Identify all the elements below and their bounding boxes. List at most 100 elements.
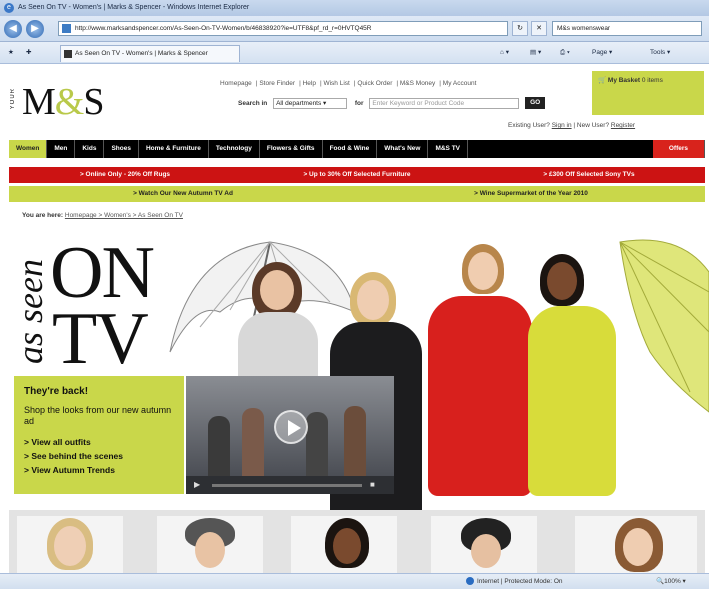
link-help[interactable]: Help	[303, 80, 316, 87]
video-progress-bar[interactable]	[212, 484, 362, 487]
link-autumn-trends[interactable]: > View Autumn Trends	[24, 463, 174, 477]
outfit-thumb-3[interactable]	[291, 516, 397, 573]
new-user-label: New User?	[576, 122, 610, 129]
tab-favicon-icon	[64, 50, 72, 58]
promo-wine[interactable]: > Wine Supermarket of the Year 2010	[357, 186, 705, 202]
outfit-thumbnails	[9, 510, 705, 573]
tab-toolbar: ★ ✚ As Seen On TV - Women's | Marks & Sp…	[0, 42, 709, 64]
print-icon[interactable]: ⎙ ▾	[560, 47, 570, 59]
url-text: http://www.marksandspencer.com/As-Seen-O…	[75, 25, 372, 32]
favorites-star-icon[interactable]: ★	[8, 47, 14, 59]
tab-title: As Seen On TV - Women's | Marks & Spence…	[75, 50, 208, 57]
logo-ms-text: M&S	[22, 80, 105, 124]
outfit-thumb-5[interactable]	[575, 516, 697, 573]
search-go-button[interactable]: GO	[525, 97, 546, 109]
promo-bar-red: > Online Only - 20% Off Rugs > Up to 30%…	[9, 167, 705, 183]
account-links: Existing User? Sign in | New User? Regis…	[508, 122, 636, 129]
nav-flowers-gifts[interactable]: Flowers & Gifts	[260, 140, 323, 158]
browser-search-value: M&s womenswear	[557, 25, 611, 32]
stop-button[interactable]: ✕	[531, 21, 547, 36]
zoom-icon: 🔍	[656, 578, 665, 585]
nav-technology[interactable]: Technology	[209, 140, 260, 158]
nav-kids[interactable]: Kids	[75, 140, 105, 158]
link-quick-order[interactable]: Quick Order	[357, 80, 392, 87]
sign-in-link[interactable]: Sign in	[552, 122, 572, 129]
nav-ms-tv[interactable]: M&S TV	[428, 140, 469, 158]
volume-icon[interactable]: ■	[370, 480, 375, 489]
keyword-search-input[interactable]: Enter Keyword or Product Code	[369, 97, 520, 109]
category-nav: Women Men Kids Shoes Home & Furniture Te…	[9, 140, 705, 158]
tools-menu-label: Tools	[650, 49, 666, 56]
zoom-level[interactable]: 🔍100% ▾	[656, 574, 686, 589]
nav-shoes[interactable]: Shoes	[104, 140, 139, 158]
outfit-thumb-4[interactable]	[431, 516, 537, 573]
search-in-label: Search in	[238, 99, 268, 107]
back-button[interactable]: ◀	[4, 20, 22, 38]
register-link[interactable]: Register	[611, 122, 635, 129]
nav-men[interactable]: Men	[47, 140, 76, 158]
link-view-outfits[interactable]: > View all outfits	[24, 435, 174, 449]
page-menu[interactable]: Page ▾	[592, 47, 612, 59]
department-select-value: All departments	[276, 99, 322, 107]
link-behind-scenes[interactable]: > See behind the scenes	[24, 449, 174, 463]
security-zone[interactable]: Internet | Protected Mode: On	[466, 574, 563, 589]
promo-heading: They're back!	[24, 386, 89, 397]
video-play-small-icon[interactable]: ▶	[194, 480, 200, 489]
tv-text: TV	[52, 298, 149, 380]
logo-your-text: YOUR	[10, 88, 16, 110]
nav-food-wine[interactable]: Food & Wine	[323, 140, 378, 158]
status-bar: Internet | Protected Mode: On 🔍100% ▾	[0, 573, 709, 589]
breadcrumb: You are here: Homepage > Women's > As Se…	[22, 212, 183, 219]
security-zone-text: Internet | Protected Mode: On	[477, 578, 563, 585]
tools-menu[interactable]: Tools ▾	[650, 47, 670, 59]
promo-rugs[interactable]: > Online Only - 20% Off Rugs	[9, 167, 241, 183]
promo-tv-ad[interactable]: > Watch Our New Autumn TV Ad	[9, 186, 357, 202]
page-icon	[62, 24, 71, 33]
link-wish-list[interactable]: Wish List	[323, 80, 349, 87]
internet-explorer-icon: e	[4, 3, 14, 13]
link-my-account[interactable]: My Account	[443, 80, 477, 87]
play-icon[interactable]	[274, 410, 308, 444]
feeds-icon[interactable]: ▤ ▾	[530, 47, 541, 59]
window-title-bar: e As Seen On TV - Women's | Marks & Spen…	[0, 0, 709, 16]
nav-offers[interactable]: Offers	[652, 140, 705, 158]
promo-sony-tvs[interactable]: > £300 Off Selected Sony TVs	[473, 167, 705, 183]
page-menu-label: Page	[592, 49, 608, 56]
hero-banner: as seen ON TV They're back! Shop the loo…	[0, 224, 709, 510]
existing-user-label: Existing User?	[508, 122, 550, 129]
forward-button[interactable]: ▶	[26, 20, 44, 38]
tv-ad-video-player[interactable]: ▶ ■	[186, 376, 394, 494]
department-select[interactable]: All departments ▾	[273, 97, 348, 109]
logo-m: M	[22, 81, 56, 123]
promo-bar-green: > Watch Our New Autumn TV Ad > Wine Supe…	[9, 186, 705, 202]
add-favorites-icon[interactable]: ✚	[26, 47, 31, 59]
promo-furniture[interactable]: > Up to 30% Off Selected Furniture	[241, 167, 473, 183]
window-title: As Seen On TV - Women's | Marks & Spence…	[18, 4, 250, 11]
address-bar[interactable]: http://www.marksandspencer.com/As-Seen-O…	[58, 21, 508, 36]
video-controls: ▶ ■	[186, 476, 394, 494]
link-ms-money[interactable]: M&S Money	[400, 80, 435, 87]
promo-text: Shop the looks from our new autumn ad	[24, 405, 172, 426]
address-toolbar: ◀ ▶ http://www.marksandspencer.com/As-Se…	[0, 16, 709, 42]
link-homepage[interactable]: Homepage	[220, 80, 252, 87]
logo-s: S	[83, 81, 104, 123]
nav-whats-new[interactable]: What's New	[377, 140, 429, 158]
refresh-button[interactable]: ↻	[512, 21, 528, 36]
home-icon[interactable]: ⌂ ▾	[500, 47, 509, 59]
browser-tab[interactable]: As Seen On TV - Women's | Marks & Spence…	[60, 45, 240, 62]
globe-icon	[466, 577, 474, 586]
zoom-text: 100%	[664, 578, 681, 585]
promo-info-box: They're back! Shop the looks from our ne…	[14, 376, 184, 494]
my-basket[interactable]: 🛒 My Basket 0 items	[592, 71, 704, 115]
browser-search-input[interactable]: M&s womenswear	[552, 21, 702, 36]
outfit-thumb-1[interactable]	[17, 516, 123, 573]
nav-home-furniture[interactable]: Home & Furniture	[139, 140, 209, 158]
basket-label: My Basket	[607, 77, 641, 84]
link-store-finder[interactable]: Store Finder	[259, 80, 295, 87]
nav-women[interactable]: Women	[9, 140, 48, 158]
top-links: Homepage | Store Finder | Help | Wish List |…	[220, 80, 477, 87]
outfit-thumb-2[interactable]	[157, 516, 263, 573]
search-for-label: for	[354, 99, 364, 107]
breadcrumb-path[interactable]: Homepage > Women's > As Seen On TV	[65, 212, 183, 219]
logo-amp: &	[54, 81, 85, 123]
